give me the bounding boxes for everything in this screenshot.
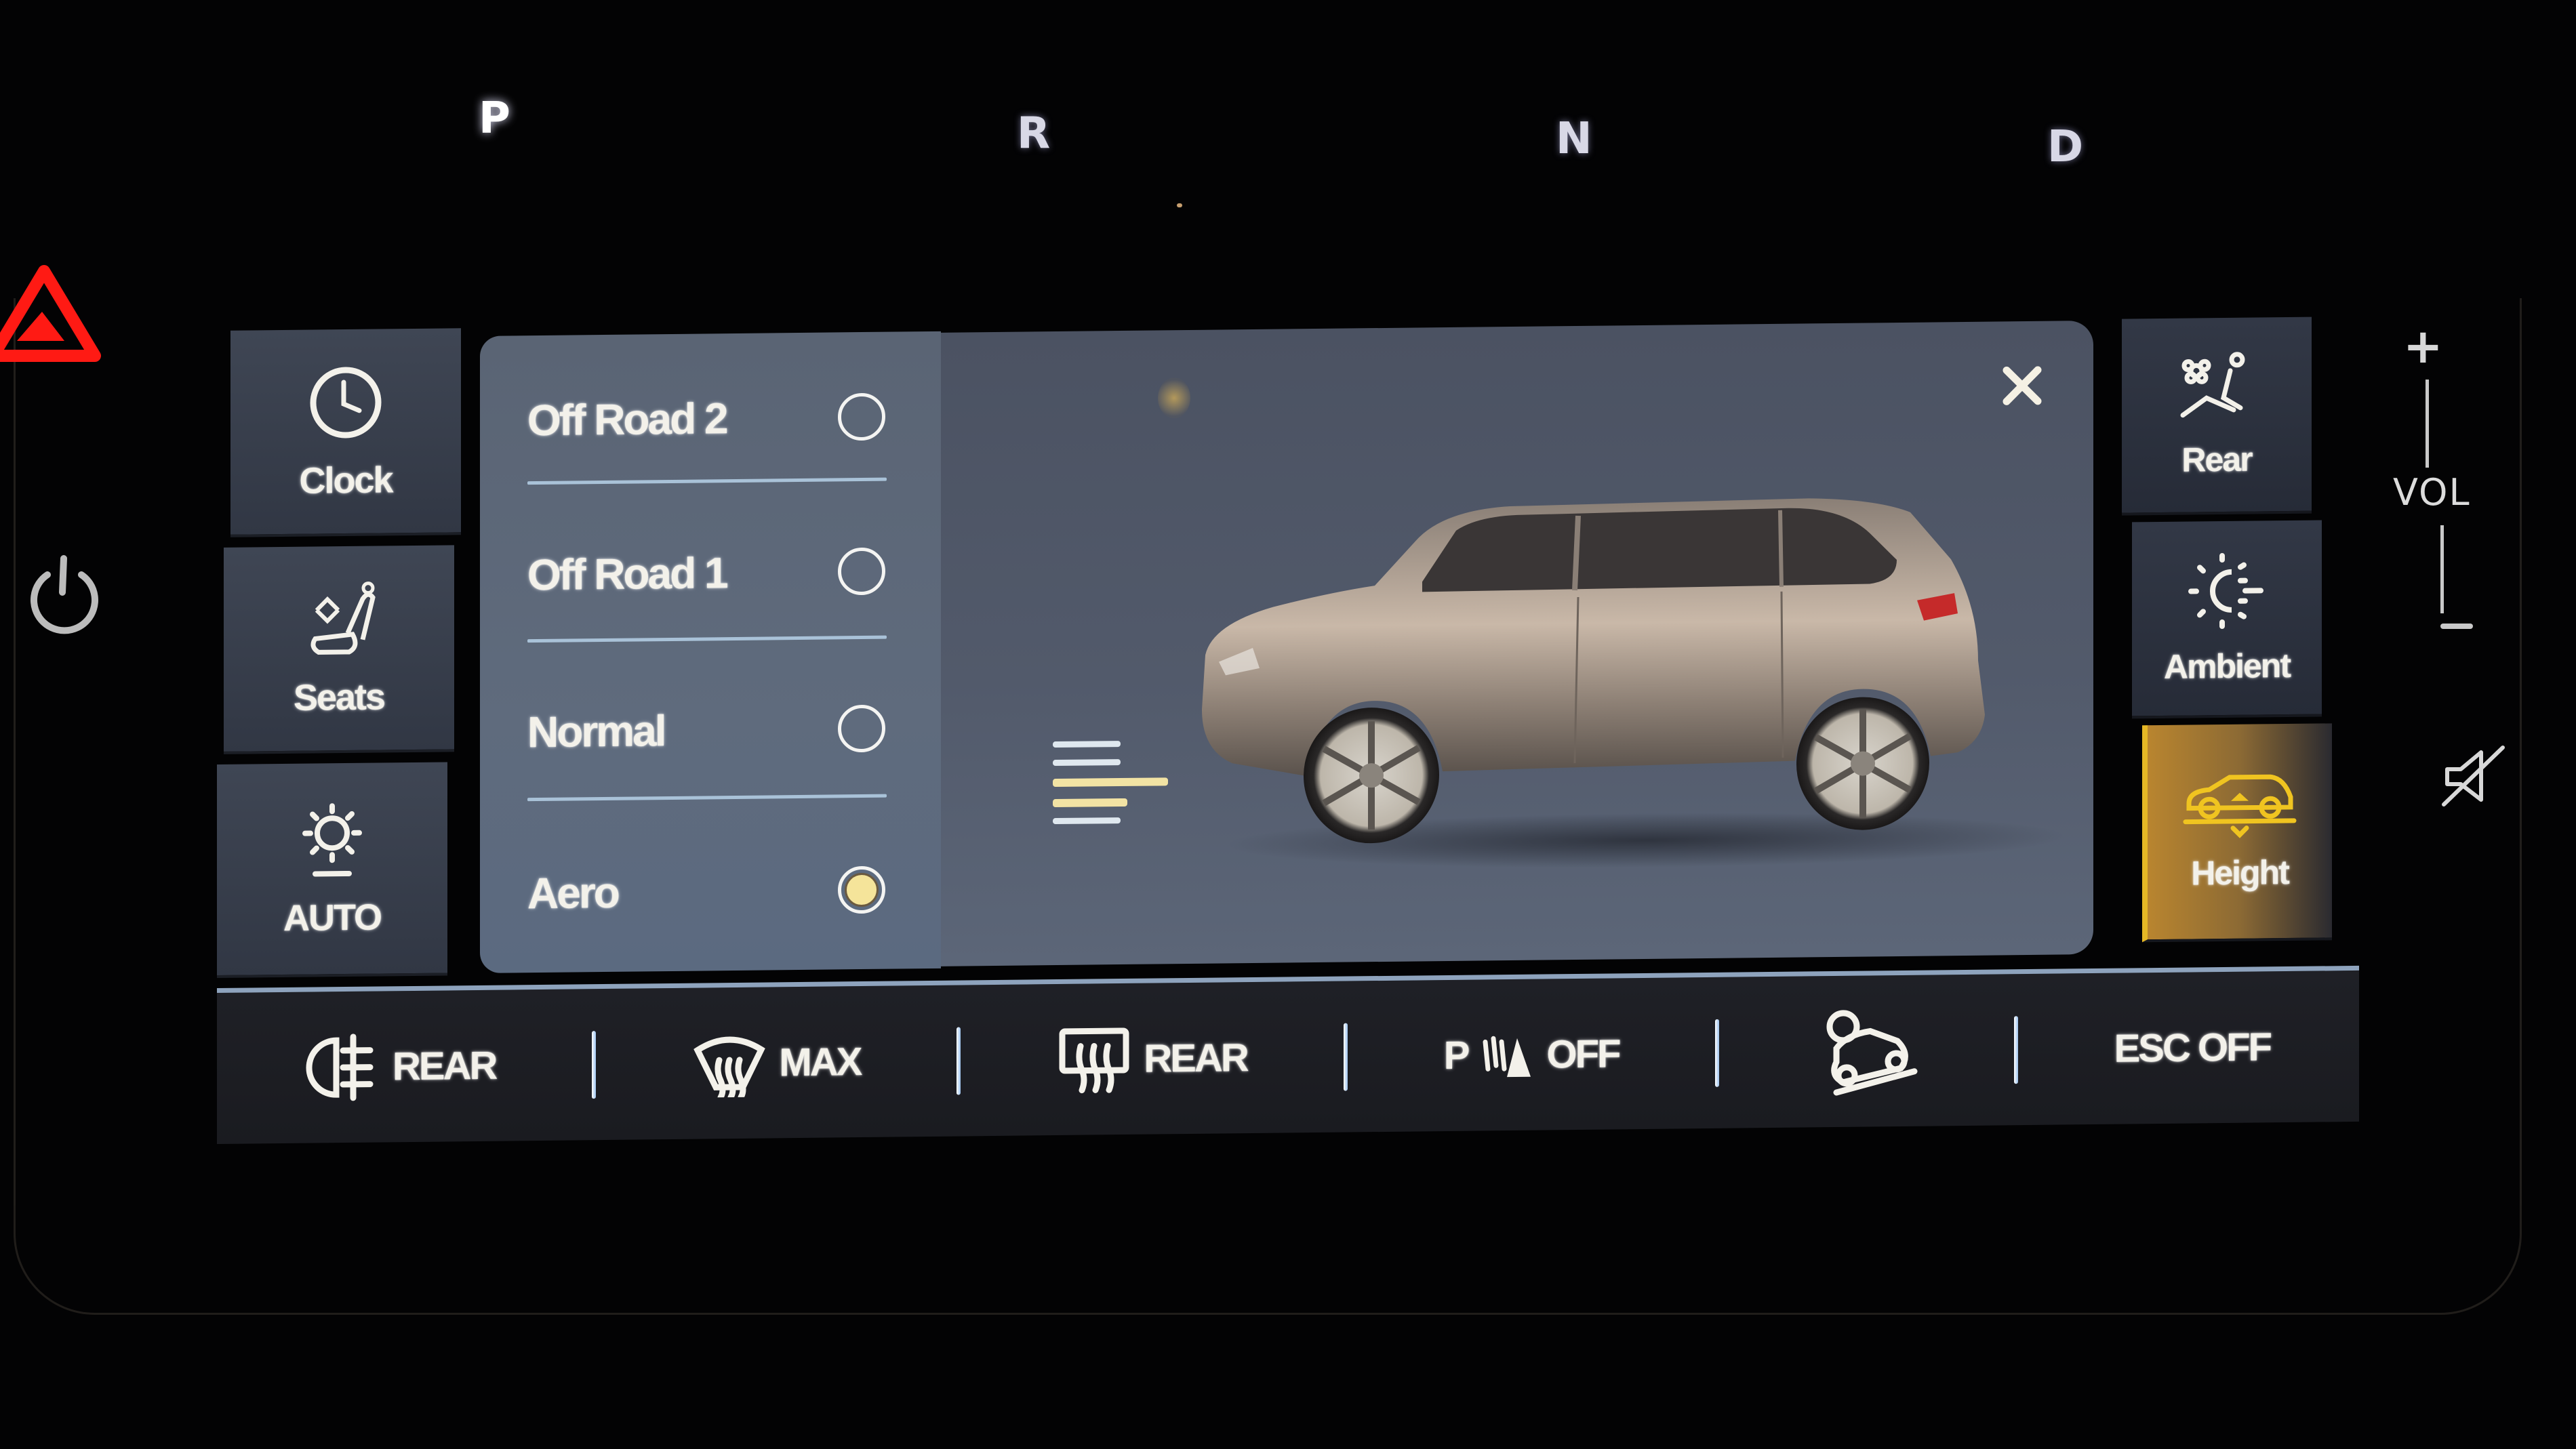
radio-button[interactable] — [838, 547, 885, 596]
max-defrost-button[interactable]: MAX — [692, 1011, 860, 1115]
hill-descent-icon — [1826, 1009, 1918, 1095]
drive-mode-option-normal[interactable]: Normal — [527, 671, 893, 790]
volume-down-button[interactable] — [2440, 624, 2473, 629]
gear-indicator-dot — [1177, 203, 1182, 207]
separator — [1715, 1019, 1720, 1087]
sidebar-item-label: Ambient — [2164, 646, 2290, 686]
vehicle-side-image — [1202, 498, 2066, 868]
drive-mode-option-off-road-2[interactable]: Off Road 2 — [527, 359, 893, 478]
drive-mode-list: Off Road 2 Off Road 1 Normal Aero — [480, 331, 941, 973]
separator — [1343, 1023, 1348, 1091]
volume-up-button[interactable]: + — [2403, 319, 2443, 374]
ride-height-icon — [2183, 774, 2297, 838]
sidebar-item-label: Rear — [2181, 440, 2252, 479]
separator — [957, 1027, 961, 1095]
hazard-triangle-icon[interactable] — [0, 261, 102, 369]
drive-mode-label: Off Road 2 — [527, 394, 727, 445]
volume-slider-upper[interactable] — [2426, 380, 2429, 468]
sidebar-item-seats[interactable]: Seats — [224, 545, 454, 754]
drive-mode-label: Aero — [527, 868, 618, 918]
left-sidebar: Clock Seats AUTO — [217, 328, 468, 981]
vehicle-height-view — [941, 321, 2093, 966]
divider — [527, 635, 887, 643]
volume-label: VOL — [2393, 471, 2471, 514]
height-level-bar — [1053, 817, 1121, 825]
radio-fill — [845, 872, 879, 907]
height-level-indicator — [1053, 740, 1175, 825]
park-sensor-icon — [1483, 1036, 1531, 1077]
rear-fog-light-button[interactable]: REAR — [306, 1015, 496, 1118]
gear-drive[interactable]: D — [2047, 122, 2083, 172]
max-defrost-label: MAX — [779, 1040, 861, 1085]
drive-mode-option-aero[interactable]: Aero — [527, 832, 893, 952]
mute-icon[interactable] — [2440, 742, 2508, 810]
rear-fog-light-icon — [306, 1033, 374, 1101]
park-sensor-prefix: P — [1443, 1033, 1468, 1078]
auto-brightness-icon — [302, 802, 362, 876]
bottom-quick-controls: REAR MAX REAR P OFF ESC OFF — [217, 965, 2359, 1144]
radio-button[interactable] — [838, 392, 885, 441]
rear-defrost-button[interactable]: REAR — [1057, 1007, 1247, 1111]
radio-button[interactable] — [838, 704, 885, 753]
park-sensor-label: OFF — [1546, 1032, 1619, 1077]
drive-mode-option-off-road-1[interactable]: Off Road 1 — [527, 514, 893, 633]
power-icon[interactable] — [20, 549, 108, 637]
sidebar-item-label: AUTO — [283, 896, 381, 939]
rear-climate-icon — [2180, 352, 2245, 418]
close-button[interactable] — [1995, 359, 2049, 413]
gear-neutral[interactable]: N — [1556, 114, 1592, 164]
sidebar-item-label: Height — [2191, 853, 2289, 893]
divider — [527, 794, 887, 802]
sidebar-item-height[interactable]: Height — [2142, 723, 2332, 943]
light-reflection — [1158, 377, 1190, 419]
clock-icon — [310, 367, 382, 438]
infotainment-screen: Clock Seats AUTO Off Road 2 Off Road 1 N… — [217, 308, 2359, 1144]
gear-park[interactable]: P — [479, 94, 510, 144]
park-sensor-off-button[interactable]: P OFF — [1444, 1003, 1619, 1107]
height-level-bar — [1053, 741, 1121, 748]
close-icon — [2003, 366, 2042, 405]
sidebar-item-label: Clock — [299, 459, 393, 502]
drive-mode-label: Normal — [527, 706, 665, 757]
sidebar-item-auto-brightness[interactable]: AUTO — [217, 762, 447, 978]
sidebar-item-clock[interactable]: Clock — [230, 328, 461, 537]
radio-button-selected[interactable] — [838, 865, 885, 914]
separator — [592, 1030, 597, 1099]
gear-reverse[interactable]: R — [1017, 108, 1050, 159]
height-level-bar-active — [1053, 777, 1168, 788]
sidebar-item-ambient[interactable]: Ambient — [2132, 520, 2322, 719]
sidebar-item-label: Seats — [293, 676, 385, 718]
right-sidebar: Rear Ambient Height — [2108, 308, 2359, 962]
esc-off-label: ESC OFF — [2114, 1025, 2270, 1071]
divider — [527, 477, 887, 485]
rear-defrost-label: REAR — [1144, 1036, 1247, 1081]
separator — [2013, 1015, 2018, 1084]
volume-slider-lower[interactable] — [2440, 525, 2444, 613]
hill-descent-button[interactable] — [1816, 1000, 1918, 1103]
esc-off-button[interactable]: ESC OFF — [2114, 996, 2270, 1099]
seat-adjust-icon — [310, 581, 376, 655]
sidebar-item-rear-climate[interactable]: Rear — [2122, 317, 2312, 516]
max-defrost-icon — [693, 1036, 766, 1098]
rear-defrost-icon — [1059, 1027, 1129, 1093]
ambient-light-icon — [2188, 553, 2263, 630]
volume-control[interactable]: + VOL — [2373, 319, 2481, 807]
height-level-bar — [1053, 759, 1121, 767]
drive-mode-label: Off Road 1 — [527, 548, 727, 600]
rear-fog-light-label: REAR — [393, 1043, 496, 1089]
height-level-bar-active — [1053, 798, 1127, 808]
